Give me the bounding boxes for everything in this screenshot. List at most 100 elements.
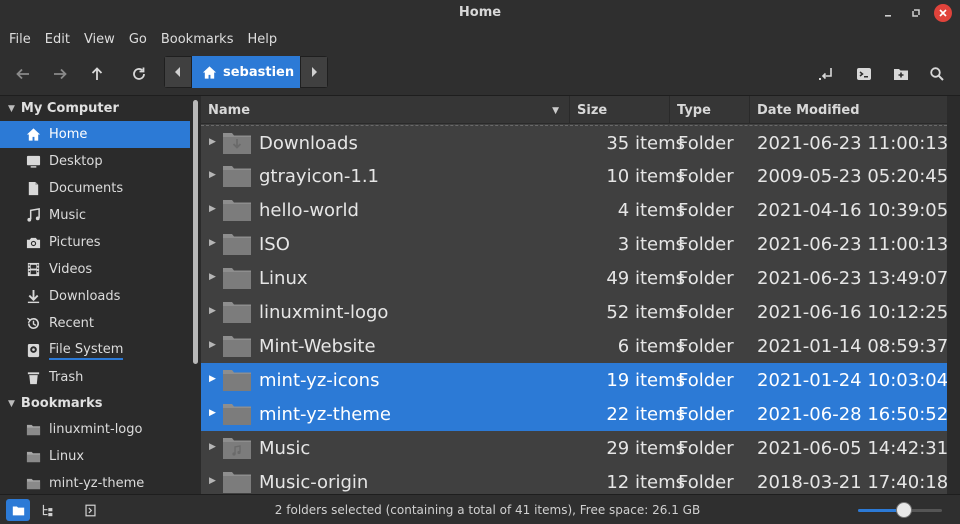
file-row-music-origin[interactable]: ▶ Music-origin 12 items Folder 2018-03-21 17… [201, 465, 947, 494]
close-button[interactable] [934, 4, 952, 22]
file-type: Folder [678, 268, 734, 289]
file-size: 35 items [606, 133, 685, 154]
column-header-name[interactable]: Name ▼ [201, 96, 570, 124]
file-row-iso[interactable]: ▶ ISO 3 items Folder 2021-06-23 11:00:13 [201, 227, 947, 261]
menu-bookmarks[interactable]: Bookmarks [154, 32, 241, 47]
file-type: Folder [678, 336, 734, 357]
window-title: Home [458, 5, 502, 20]
folder-icon [223, 472, 251, 493]
menu-edit[interactable]: Edit [38, 32, 77, 47]
expander-closed-icon[interactable]: ▶ [209, 408, 216, 418]
breadcrumb-scroll-right[interactable] [300, 56, 328, 88]
menu-bar: File Edit View Go Bookmarks Help [0, 26, 960, 52]
sidebar-item-label: Linux [49, 449, 85, 464]
breadcrumb-home[interactable]: sebastien [192, 56, 300, 88]
file-row-hello-world[interactable]: ▶ hello-world 4 items Folder 2021-04-16 10:3… [201, 193, 947, 227]
file-row-gtrayicon-1-1[interactable]: ▶ gtrayicon-1.1 10 items Folder 2009-05-23 0… [201, 159, 947, 193]
column-header-label: Type [677, 102, 711, 118]
menu-file[interactable]: File [2, 32, 38, 47]
open-terminal-button[interactable] [849, 60, 879, 88]
forward-button[interactable] [45, 60, 75, 88]
file-date-modified: 2021-01-24 10:03:04 [757, 370, 947, 391]
file-row-mint-yz-icons[interactable]: ▶ mint-yz-icons 19 items Folder 2021-01-24 1… [201, 363, 947, 397]
column-header-label: Date Modified [757, 102, 860, 118]
expander-closed-icon[interactable]: ▶ [209, 374, 216, 384]
sidebar-item-label: Desktop [49, 154, 103, 169]
sidebar-item-desktop[interactable]: Desktop [0, 148, 190, 175]
sidebar-item-pictures[interactable]: Pictures [0, 229, 190, 256]
sidebar-item-label: Trash [49, 370, 84, 385]
expander-closed-icon[interactable]: ▶ [209, 204, 216, 214]
file-row-linuxmint-logo[interactable]: ▶ linuxmint-logo 52 items Folder 2021-06-16 … [201, 295, 947, 329]
menu-view[interactable]: View [77, 32, 122, 47]
search-button[interactable] [922, 60, 952, 88]
sidebar-section-bookmarks[interactable]: ▼ Bookmarks [0, 391, 190, 416]
sidebar-bookmark-linuxmint-logo[interactable]: linuxmint-logo [0, 416, 190, 443]
column-header-size[interactable]: Size [570, 96, 670, 124]
sidebar-item-file-system[interactable]: File System [0, 337, 190, 364]
menu-go[interactable]: Go [122, 32, 154, 47]
sidebar-scrollbar-thumb[interactable] [193, 100, 198, 364]
maximize-icon [912, 9, 920, 17]
sidebar-item-home[interactable]: Home [0, 121, 190, 148]
expander-open-icon: ▼ [8, 398, 15, 409]
arrow-up-icon [91, 67, 103, 80]
sidebar-item-label: mint-yz-theme [49, 476, 145, 491]
expander-closed-icon[interactable]: ▶ [209, 137, 216, 147]
expander-closed-icon[interactable]: ▶ [209, 476, 216, 486]
sidebar-scrollbar[interactable] [191, 96, 199, 494]
breadcrumb-scroll-left[interactable] [164, 56, 192, 88]
sidebar-bookmark-linux[interactable]: Linux [0, 443, 190, 470]
sidebar-item-label: linuxmint-logo [49, 422, 143, 437]
back-button[interactable] [8, 60, 38, 88]
file-row-mint-yz-theme[interactable]: ▶ mint-yz-theme 22 items Folder 2021-06-28 1… [201, 397, 947, 431]
right-scroll-area [947, 96, 960, 494]
sidebar-item-downloads[interactable]: Downloads [0, 283, 190, 310]
file-rows: ▶ Downloads 35 items Folder 2021-06-23 11:00… [201, 125, 947, 494]
zoom-slider[interactable] [858, 502, 942, 518]
column-header-type[interactable]: Type [670, 96, 750, 124]
expander-closed-icon[interactable]: ▶ [209, 170, 216, 180]
sidebar-item-recent[interactable]: Recent [0, 310, 190, 337]
file-type: Folder [678, 166, 734, 187]
maximize-button[interactable] [906, 3, 926, 23]
file-row-downloads[interactable]: ▶ Downloads 35 items Folder 2021-06-23 11:00… [201, 125, 947, 159]
sidebar-section-my-computer[interactable]: ▼ My Computer [0, 96, 190, 121]
reload-button[interactable] [124, 60, 154, 88]
expander-closed-icon[interactable]: ▶ [209, 442, 216, 452]
file-type: Folder [678, 234, 734, 255]
file-row-music[interactable]: ▶ Music 29 items Folder 2021-06-05 14:42:31 [201, 431, 947, 465]
up-button[interactable] [82, 60, 112, 88]
new-folder-button[interactable] [886, 60, 916, 88]
document-icon [28, 181, 39, 196]
breadcrumb: sebastien [164, 56, 328, 88]
sidebar-item-trash[interactable]: Trash [0, 364, 190, 391]
sort-descending-icon: ▼ [552, 106, 559, 116]
sidebar-bookmark-mint-yz-theme[interactable]: mint-yz-theme [0, 470, 190, 494]
file-name: Mint-Website [259, 336, 376, 357]
file-name: Downloads [259, 133, 358, 154]
sidebar-item-music[interactable]: Music [0, 202, 190, 229]
file-size: 10 items [606, 166, 685, 187]
expander-closed-icon[interactable]: ▶ [209, 306, 216, 316]
sidebar-item-videos[interactable]: Videos [0, 256, 190, 283]
file-row-linux[interactable]: ▶ Linux 49 items Folder 2021-06-23 13:49:07 [201, 261, 947, 295]
sidebar-item-documents[interactable]: Documents [0, 175, 190, 202]
file-date-modified: 2021-06-23 13:49:07 [757, 268, 947, 289]
expander-closed-icon[interactable]: ▶ [209, 238, 216, 248]
minimize-button[interactable] [878, 3, 898, 23]
file-name: mint-yz-theme [259, 404, 391, 425]
file-row-mint-website[interactable]: ▶ Mint-Website 6 items Folder 2021-01-14 08:… [201, 329, 947, 363]
search-icon [930, 67, 944, 81]
file-size: 19 items [606, 370, 685, 391]
expander-closed-icon[interactable]: ▶ [209, 272, 216, 282]
toggle-location-button[interactable] [811, 60, 841, 88]
folder-icon [26, 451, 41, 463]
expander-closed-icon[interactable]: ▶ [209, 340, 216, 350]
folder-icon [223, 234, 251, 255]
file-type: Folder [678, 370, 734, 391]
sidebar-section-title: Bookmarks [20, 396, 103, 411]
menu-help[interactable]: Help [240, 32, 284, 47]
download-icon [27, 289, 40, 304]
column-header-date-modified[interactable]: Date Modified [750, 96, 947, 124]
